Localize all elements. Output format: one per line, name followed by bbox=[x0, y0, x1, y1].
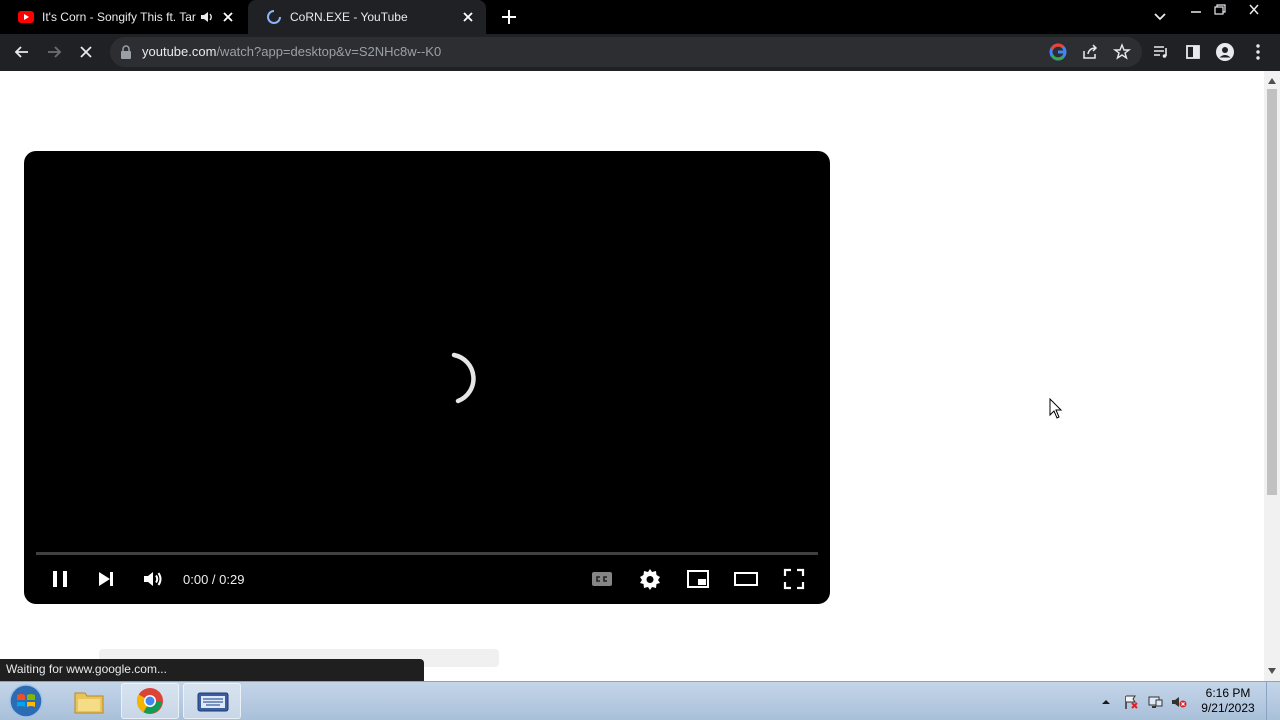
loading-spinner-icon bbox=[267, 10, 281, 24]
google-icon[interactable] bbox=[1048, 42, 1068, 62]
mouse-cursor-icon bbox=[1049, 398, 1063, 419]
progress-bar[interactable] bbox=[36, 552, 818, 555]
folder-icon bbox=[74, 692, 104, 714]
stop-loading-icon[interactable] bbox=[76, 42, 96, 62]
chrome-icon bbox=[136, 688, 163, 714]
system-clock[interactable]: 6:16 PM 9/21/2023 bbox=[1196, 686, 1260, 716]
back-arrow-icon[interactable] bbox=[12, 42, 32, 62]
show-desktop-button[interactable] bbox=[1266, 682, 1280, 720]
next-video-icon[interactable] bbox=[94, 567, 118, 591]
taskbar-chrome[interactable] bbox=[121, 683, 179, 719]
loading-spinner-icon bbox=[451, 352, 476, 404]
keyboard-icon bbox=[197, 692, 229, 712]
chevron-down-icon[interactable] bbox=[1150, 8, 1170, 26]
tab-its-corn[interactable]: It's Corn - Songify This ft. Tari bbox=[0, 0, 246, 34]
address-bar[interactable]: youtube.com/watch?app=desktop&v=S2NHc8w-… bbox=[110, 37, 1142, 67]
tray-overflow-arrow-icon[interactable] bbox=[1098, 694, 1114, 710]
tab-strip: It's Corn - Songify This ft. Tari CoRN.E… bbox=[0, 0, 1280, 34]
theater-mode-icon[interactable] bbox=[734, 567, 758, 591]
youtube-icon bbox=[18, 11, 34, 23]
forward-arrow-icon[interactable] bbox=[44, 42, 64, 62]
close-tab-icon[interactable] bbox=[460, 9, 476, 25]
scroll-thumb[interactable] bbox=[1267, 89, 1277, 495]
media-queue-icon[interactable] bbox=[1151, 42, 1171, 62]
profile-avatar-icon[interactable] bbox=[1215, 42, 1235, 62]
plus-icon[interactable] bbox=[498, 6, 520, 28]
close-tab-icon[interactable] bbox=[220, 9, 236, 25]
volume-muted-icon[interactable] bbox=[1171, 694, 1187, 710]
taskbar-file-explorer[interactable] bbox=[60, 683, 118, 719]
volume-icon[interactable] bbox=[141, 567, 165, 591]
scroll-down-arrow-icon[interactable] bbox=[1268, 667, 1276, 675]
share-icon[interactable] bbox=[1080, 42, 1100, 62]
captions-icon[interactable] bbox=[590, 567, 614, 591]
windows-start-icon[interactable] bbox=[4, 683, 48, 719]
fullscreen-icon[interactable] bbox=[782, 567, 806, 591]
restore-icon[interactable] bbox=[1210, 2, 1230, 18]
kebab-menu-icon[interactable] bbox=[1248, 42, 1268, 62]
minimize-icon[interactable] bbox=[1186, 2, 1206, 18]
browser-toolbar: youtube.com/watch?app=desktop&v=S2NHc8w-… bbox=[0, 34, 1280, 71]
tab-title: It's Corn - Songify This ft. Tari bbox=[42, 10, 196, 24]
close-window-icon[interactable] bbox=[1244, 2, 1264, 18]
pause-icon[interactable] bbox=[48, 567, 72, 591]
taskbar-keyboard-app[interactable] bbox=[183, 683, 241, 719]
miniplayer-icon[interactable] bbox=[686, 567, 710, 591]
lock-icon[interactable] bbox=[120, 45, 132, 59]
scroll-up-arrow-icon[interactable] bbox=[1268, 77, 1276, 85]
url-text[interactable]: youtube.com/watch?app=desktop&v=S2NHc8w-… bbox=[142, 44, 441, 59]
bookmark-star-icon[interactable] bbox=[1112, 42, 1132, 62]
settings-gear-icon[interactable] bbox=[638, 567, 662, 591]
time-display: 0:00 / 0:29 bbox=[183, 572, 245, 587]
side-panel-icon[interactable] bbox=[1183, 42, 1203, 62]
windows-taskbar: 6:16 PM 9/21/2023 bbox=[0, 681, 1280, 720]
clock-time: 6:16 PM bbox=[1205, 686, 1251, 700]
tab-title: CoRN.EXE - YouTube bbox=[290, 10, 408, 24]
video-player[interactable]: 0:00 / 0:29 bbox=[24, 151, 830, 604]
tab-corn-exe[interactable]: CoRN.EXE - YouTube bbox=[248, 0, 486, 34]
page-content: 0:00 / 0:29 Waiting for www.google.com..… bbox=[0, 71, 1264, 681]
speaker-icon[interactable] bbox=[200, 10, 214, 24]
page-scrollbar[interactable] bbox=[1264, 71, 1280, 681]
action-center-flag-icon[interactable] bbox=[1123, 694, 1139, 710]
network-icon[interactable] bbox=[1147, 694, 1163, 710]
clock-date: 9/21/2023 bbox=[1201, 701, 1255, 715]
status-bubble: Waiting for www.google.com... bbox=[0, 659, 424, 681]
